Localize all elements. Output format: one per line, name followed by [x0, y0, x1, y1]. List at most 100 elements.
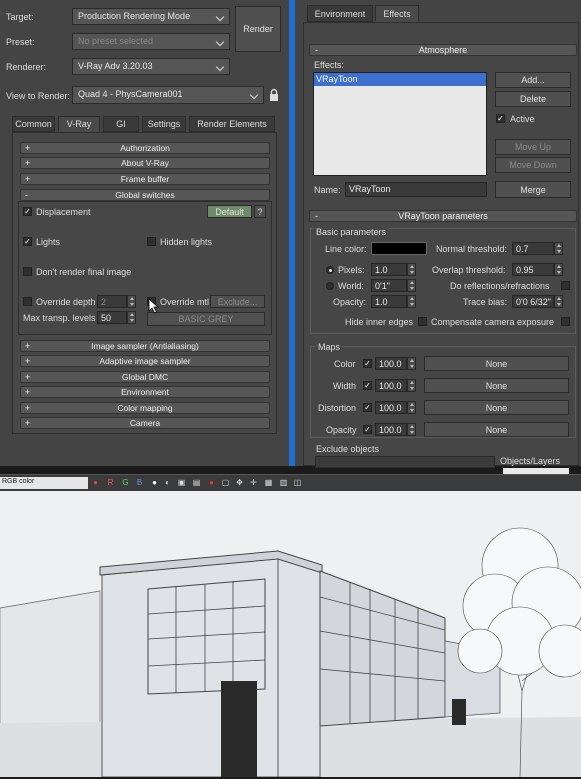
preset-dropdown[interactable]: No preset selected: [72, 33, 230, 50]
displacement-checkbox[interactable]: ✓: [23, 207, 32, 216]
merge-button[interactable]: Merge: [495, 181, 571, 198]
rollout-about-vray[interactable]: + About V-Ray: [20, 157, 270, 169]
lock-icon[interactable]: [268, 88, 280, 102]
map-width-spinner[interactable]: [407, 379, 416, 392]
active-checkbox[interactable]: ✓: [496, 114, 505, 123]
override-depth-input[interactable]: 2: [97, 295, 127, 308]
move-down-button[interactable]: Move Down: [495, 157, 571, 173]
rollout-frame-buffer[interactable]: + Frame buffer: [20, 173, 270, 185]
map-width-button[interactable]: None: [424, 378, 569, 393]
compensate-exposure-checkbox[interactable]: [561, 317, 570, 326]
opacity-input[interactable]: 1.0: [371, 295, 407, 308]
tab-effects[interactable]: Effects: [375, 5, 419, 22]
green-channel-button[interactable]: G: [121, 478, 130, 487]
override-depth-spinner[interactable]: [127, 295, 136, 308]
lens-fx-icon[interactable]: ◫: [293, 478, 302, 487]
tab-vray[interactable]: V-Ray: [58, 116, 100, 132]
map-width-amount[interactable]: 100.0: [375, 379, 407, 392]
rollout-color-mapping[interactable]: + Color mapping: [20, 402, 270, 414]
overlap-threshold-input[interactable]: 0.95: [512, 263, 554, 276]
pixels-spinner[interactable]: [407, 263, 416, 276]
default-button[interactable]: Default: [207, 205, 252, 218]
exclude-objects-list[interactable]: [315, 456, 495, 468]
world-input[interactable]: 0'1": [371, 279, 407, 292]
world-radio[interactable]: [326, 282, 334, 290]
target-dropdown[interactable]: Production Rendering Mode: [72, 8, 230, 25]
effects-list-item[interactable]: VRayToon: [314, 73, 486, 86]
move-icon[interactable]: ✥: [235, 478, 244, 487]
follow-mouse-icon[interactable]: ✛: [249, 478, 258, 487]
tab-render-elements[interactable]: Render Elements: [189, 116, 275, 132]
map-opacity-checkbox[interactable]: ✓: [363, 425, 372, 434]
rollout-environment[interactable]: + Environment: [20, 386, 270, 398]
renderer-dropdown[interactable]: V-Ray Adv 3.20.03: [72, 58, 230, 75]
line-color-swatch[interactable]: [371, 242, 427, 255]
channel-dropdown[interactable]: RGB color: [0, 477, 88, 489]
render-icon[interactable]: ▦: [264, 478, 273, 487]
map-color-checkbox[interactable]: ✓: [363, 359, 372, 368]
save-icon[interactable]: ▣: [177, 478, 186, 487]
map-color-button[interactable]: None: [424, 356, 569, 371]
lights-checkbox[interactable]: ✓: [23, 237, 32, 246]
alpha-icon[interactable]: ●: [150, 478, 159, 487]
rollout-atmosphere[interactable]: - Atmosphere: [309, 44, 577, 56]
stop-icon[interactable]: ●: [207, 478, 216, 487]
map-opacity-spinner[interactable]: [407, 423, 416, 436]
opacity-spinner[interactable]: [407, 295, 416, 308]
rollout-global-dmc[interactable]: + Global DMC: [20, 371, 270, 383]
rollout-camera[interactable]: + Camera: [20, 417, 270, 429]
map-distortion-spinner[interactable]: [407, 401, 416, 414]
do-reflections-checkbox[interactable]: [561, 281, 570, 290]
rollout-global-switches[interactable]: - Global switches: [20, 189, 270, 201]
pixels-radio[interactable]: [326, 266, 334, 274]
rollout-authorization[interactable]: + Authorization: [20, 142, 270, 154]
map-distortion-checkbox[interactable]: ✓: [363, 403, 372, 412]
max-transp-spinner[interactable]: [127, 311, 136, 324]
trace-bias-input[interactable]: 0'0 6/32": [512, 295, 554, 308]
hidden-lights-checkbox[interactable]: [147, 237, 156, 246]
move-up-button[interactable]: Move Up: [495, 139, 571, 155]
mono-icon[interactable]: ◐: [163, 478, 172, 487]
map-distortion-button[interactable]: None: [424, 400, 569, 415]
map-distortion-label: Distortion: [318, 403, 357, 413]
map-color-spinner[interactable]: [407, 357, 416, 370]
tab-gi[interactable]: GI: [103, 116, 139, 132]
sphere-icon[interactable]: ●: [91, 478, 100, 487]
map-color-amount[interactable]: 100.0: [375, 357, 407, 370]
trace-bias-spinner[interactable]: [554, 295, 563, 308]
name-input[interactable]: VRayToon: [345, 182, 487, 197]
dont-render-checkbox[interactable]: [23, 267, 32, 276]
override-depth-checkbox[interactable]: [23, 297, 32, 306]
map-distortion-amount[interactable]: 100.0: [375, 401, 407, 414]
tab-settings[interactable]: Settings: [142, 116, 186, 132]
tab-environment[interactable]: Environment: [307, 5, 373, 22]
rollout-image-sampler[interactable]: + Image sampler (Antialiasing): [20, 340, 270, 352]
exclude-objects-label: Exclude objects: [316, 444, 380, 454]
exclude-button[interactable]: Exclude...: [210, 295, 265, 308]
red-channel-button[interactable]: R: [106, 478, 115, 487]
load-icon[interactable]: ▤: [192, 478, 201, 487]
basic-grey-button[interactable]: BASIC GREY: [147, 312, 265, 326]
normal-threshold-input[interactable]: 0.7: [512, 242, 554, 255]
history-icon[interactable]: ▥: [279, 478, 288, 487]
max-transp-input[interactable]: 50: [97, 311, 127, 324]
hide-inner-edges-checkbox[interactable]: [418, 317, 427, 326]
add-button[interactable]: Add...: [495, 72, 571, 88]
rollout-adaptive-sampler[interactable]: + Adaptive image sampler: [20, 355, 270, 367]
normal-threshold-spinner[interactable]: [554, 242, 563, 255]
help-button[interactable]: ?: [254, 205, 266, 218]
pixels-input[interactable]: 1.0: [371, 263, 407, 276]
world-spinner[interactable]: [407, 279, 416, 292]
effects-list[interactable]: VRayToon: [313, 72, 487, 176]
view-dropdown[interactable]: Quad 4 - PhysCamera001: [72, 86, 264, 104]
map-opacity-button[interactable]: None: [424, 422, 569, 437]
blue-channel-button[interactable]: B: [135, 478, 144, 487]
delete-button[interactable]: Delete: [495, 91, 571, 107]
map-width-checkbox[interactable]: ✓: [363, 381, 372, 390]
map-opacity-amount[interactable]: 100.0: [375, 423, 407, 436]
render-button[interactable]: Render: [235, 6, 281, 52]
tab-common[interactable]: Common: [12, 116, 55, 132]
region-icon[interactable]: ▢: [221, 478, 230, 487]
overlap-threshold-spinner[interactable]: [554, 263, 563, 276]
rollout-vraytoon-parameters[interactable]: - VRayToon parameters: [309, 210, 577, 222]
